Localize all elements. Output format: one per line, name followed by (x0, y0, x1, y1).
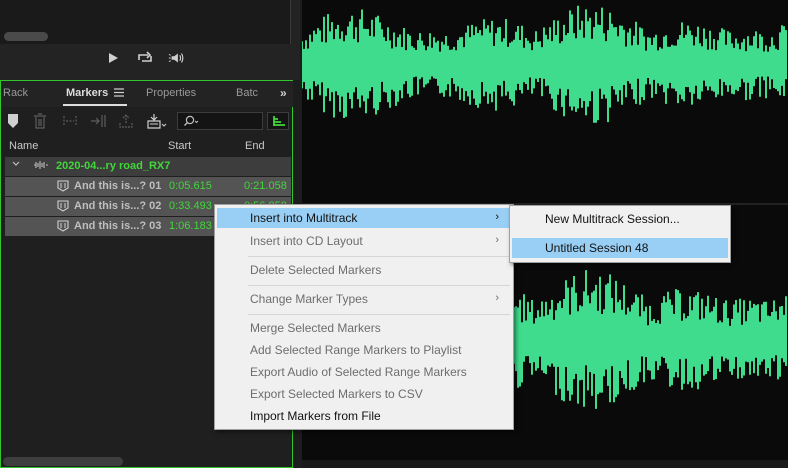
volume-icon[interactable] (168, 50, 186, 66)
insert-into-multitrack-icon[interactable] (146, 113, 167, 131)
trash-icon[interactable] (33, 113, 51, 131)
waveform-scrollbar[interactable] (302, 460, 788, 468)
menu-item-import-markers-from-file[interactable]: Import Markers from File (217, 406, 511, 426)
tab-rack[interactable]: Rack (3, 87, 28, 99)
table-row[interactable]: And this is...? 01 0:05.615 0:21.058 (5, 177, 291, 197)
waveform-left-channel (302, 5, 787, 123)
column-end[interactable]: End (245, 140, 265, 152)
markers-toolbar (1, 109, 293, 135)
play-icon[interactable] (104, 50, 122, 66)
range-marker-icon (57, 220, 69, 235)
preview-scrollbar[interactable] (4, 32, 48, 41)
panel-tabs: Rack Markers Properties Batc » (1, 81, 293, 107)
menu-item-untitled-session-48[interactable]: Untitled Session 48 (512, 238, 728, 258)
tab-properties[interactable]: Properties (146, 87, 196, 99)
column-headers: Name Start End (1, 138, 293, 156)
marker-start: 0:33.493 (169, 200, 212, 212)
menu-separator (248, 314, 510, 315)
menu-item-delete-selected-markers[interactable]: Delete Selected Markers (217, 260, 511, 280)
menu-item-new-multitrack-session[interactable]: New Multitrack Session... (512, 209, 728, 229)
add-marker-icon[interactable] (7, 113, 25, 131)
menu-separator (248, 256, 510, 257)
preview-area (0, 0, 291, 44)
marker-name: And this is...? 01 (74, 180, 162, 192)
insert-into-playlist-icon[interactable] (89, 113, 107, 131)
waveform-file-icon (33, 160, 49, 173)
filter-button[interactable] (267, 112, 289, 130)
filter-icon (272, 115, 286, 130)
merge-markers-icon[interactable] (61, 113, 79, 131)
panel-menu-icon[interactable] (114, 88, 124, 100)
submenu-arrow-icon: › (495, 211, 499, 223)
marker-start: 1:06.183 (169, 220, 212, 232)
more-tabs-icon[interactable]: » (280, 86, 287, 100)
menu-item-insert-into-multitrack[interactable]: Insert into Multitrack › (217, 208, 511, 228)
markers-horizontal-scrollbar[interactable] (3, 457, 123, 466)
submenu-arrow-icon: › (495, 292, 499, 304)
group-name: 2020-04...ry road_RX7 (56, 160, 171, 172)
export-range-icon[interactable] (117, 113, 135, 131)
marker-group-row[interactable]: 2020-04...ry road_RX7 (5, 157, 291, 177)
tab-markers[interactable]: Markers (66, 87, 108, 99)
range-marker-icon (57, 180, 69, 195)
chevron-down-icon[interactable] (11, 159, 21, 172)
marker-end: 0:21.058 (244, 180, 287, 192)
menu-item-export-markers-to-csv[interactable]: Export Selected Markers to CSV (217, 384, 511, 404)
column-name[interactable]: Name (9, 140, 38, 152)
column-start[interactable]: Start (168, 140, 191, 152)
preview-panel (0, 0, 300, 80)
tab-batch[interactable]: Batc (236, 87, 258, 99)
context-menu: Insert into Multitrack › Insert into CD … (214, 204, 514, 430)
active-tab-underline (63, 104, 127, 106)
submenu-insert-into-multitrack: New Multitrack Session... Untitled Sessi… (509, 205, 731, 263)
range-marker-icon (57, 200, 69, 215)
transport-controls (104, 50, 186, 66)
menu-item-export-audio-of-range-markers[interactable]: Export Audio of Selected Range Markers (217, 362, 511, 382)
marker-start: 0:05.615 (169, 180, 212, 192)
menu-item-insert-into-cd-layout[interactable]: Insert into CD Layout › (217, 231, 511, 251)
marker-search-input[interactable] (177, 112, 263, 130)
submenu-arrow-icon: › (495, 234, 499, 246)
loop-icon[interactable] (136, 50, 154, 66)
marker-name: And this is...? 02 (74, 200, 162, 212)
search-icon (183, 115, 199, 130)
menu-item-change-marker-types[interactable]: Change Marker Types › (217, 289, 511, 309)
marker-name: And this is...? 03 (74, 220, 162, 232)
menu-item-add-range-markers-to-playlist[interactable]: Add Selected Range Markers to Playlist (217, 340, 511, 360)
menu-separator (248, 285, 510, 286)
menu-item-merge-selected-markers[interactable]: Merge Selected Markers (217, 318, 511, 338)
